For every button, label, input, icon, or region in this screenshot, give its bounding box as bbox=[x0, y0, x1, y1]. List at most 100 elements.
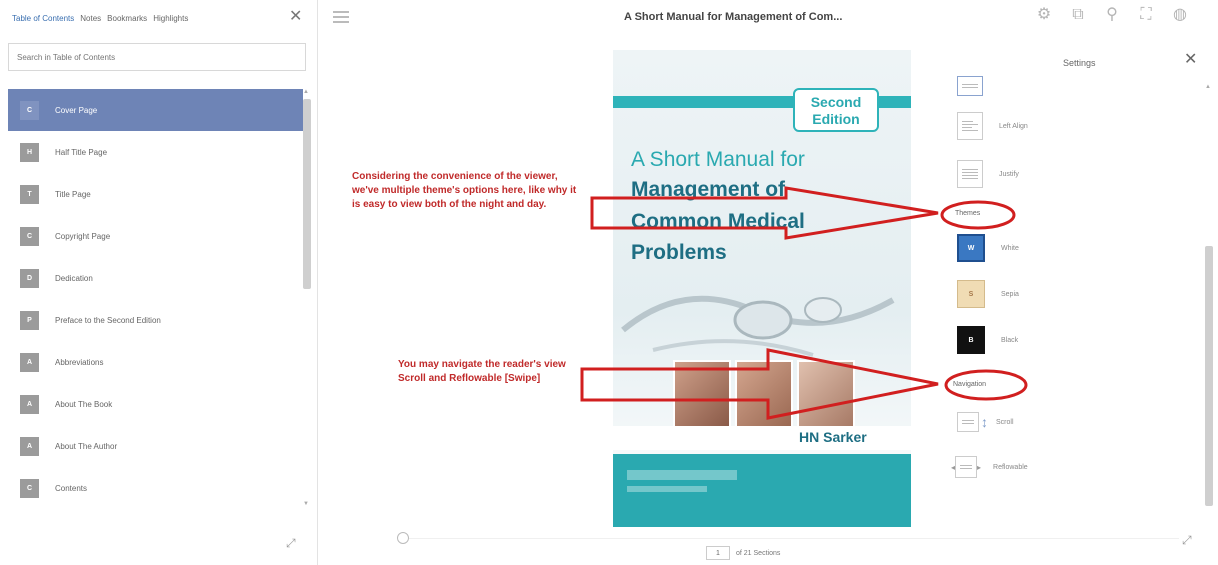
swipe-right-icon: ▸ bbox=[977, 462, 982, 472]
toc-item-about-the-author[interactable]: A About The Author bbox=[8, 425, 303, 467]
settings-scrollbar[interactable]: ▲ bbox=[1205, 76, 1213, 516]
toc-item-badge bbox=[20, 520, 39, 521]
toc-item-label: Title Page bbox=[55, 189, 91, 199]
progress-track[interactable] bbox=[409, 538, 1179, 539]
resize-icon[interactable]: ⤢ bbox=[1182, 533, 1192, 548]
cover-title-line: Common Medical bbox=[631, 210, 805, 233]
align-left-icon bbox=[957, 112, 983, 140]
close-icon[interactable]: ✕ bbox=[289, 9, 302, 25]
nav-scroll-label: Scroll bbox=[996, 418, 1014, 426]
reflowable-mode-icon bbox=[955, 456, 978, 478]
cover-author-band: HN Sarker bbox=[613, 426, 911, 450]
theme-label: White bbox=[1001, 244, 1019, 252]
toc-item-badge: C bbox=[20, 226, 39, 246]
fullscreen-icon[interactable]: ⛶ bbox=[1136, 5, 1156, 25]
nav-reflowable-option[interactable]: ◂ ▸ Reflowable bbox=[951, 456, 1028, 478]
toc-item-badge: D bbox=[20, 268, 39, 288]
navigation-label: Navigation bbox=[953, 381, 987, 388]
user-icon[interactable]: ◍ bbox=[1170, 5, 1190, 25]
scroll-up-icon[interactable]: ▲ bbox=[1205, 84, 1211, 90]
edition-line: Second bbox=[810, 94, 862, 110]
external-link-icon[interactable]: ⧉ bbox=[1068, 5, 1088, 25]
cover-title-line: A Short Manual for bbox=[631, 148, 805, 171]
tab-bookmarks[interactable]: Bookmarks bbox=[107, 14, 147, 23]
tab-table-of-contents[interactable]: Table of Contents bbox=[12, 14, 74, 23]
nav-scroll-option[interactable]: ↕ Scroll bbox=[957, 412, 1014, 432]
toc-search-input[interactable] bbox=[8, 43, 306, 71]
justify-label: Justify bbox=[999, 170, 1019, 178]
toc-item-partial[interactable] bbox=[8, 509, 303, 521]
toc-item-badge: A bbox=[20, 394, 39, 414]
scroll-up-icon[interactable]: ▲ bbox=[303, 89, 309, 95]
cover-photo bbox=[735, 360, 793, 428]
toc-item-half-title-page[interactable]: H Half Title Page bbox=[8, 131, 303, 173]
toc-item-about-the-book[interactable]: A About The Book bbox=[8, 383, 303, 425]
toc-item-label: Abbreviations bbox=[55, 357, 104, 367]
cover-edition-badge: Second Edition bbox=[793, 88, 879, 132]
toc-item-label: Cover Page bbox=[55, 105, 98, 115]
scroll-down-icon[interactable]: ▼ bbox=[303, 501, 309, 507]
search-icon[interactable]: ⚲ bbox=[1102, 5, 1122, 25]
toc-item-dedication[interactable]: D Dedication bbox=[8, 257, 303, 299]
themes-annotation: Considering the convenience of the viewe… bbox=[352, 171, 577, 210]
toc-item-label: Half Title Page bbox=[55, 147, 108, 157]
toc-item-title-page[interactable]: T Title Page bbox=[8, 173, 303, 215]
theme-swatch-sepia: S bbox=[957, 280, 985, 308]
settings-scroll-thumb[interactable] bbox=[1205, 246, 1213, 506]
gear-icon[interactable]: ⚙ bbox=[1034, 5, 1054, 25]
justify-icon bbox=[957, 160, 983, 188]
close-icon[interactable]: ✕ bbox=[1184, 52, 1197, 68]
toc-item-badge: C bbox=[20, 478, 39, 498]
toc-item-label: Dedication bbox=[55, 273, 93, 283]
align-option-partial[interactable] bbox=[957, 76, 983, 96]
toc-panel: Table of Contents Notes Bookmarks Highli… bbox=[0, 0, 318, 565]
cover-photo bbox=[797, 360, 855, 428]
theme-label: Sepia bbox=[1001, 290, 1019, 298]
tab-highlights[interactable]: Highlights bbox=[153, 14, 188, 23]
toc-item-label: Preface to the Second Edition bbox=[55, 315, 161, 325]
toc-item-abbreviations[interactable]: A Abbreviations bbox=[8, 341, 303, 383]
toc-item-contents[interactable]: C Contents bbox=[8, 467, 303, 509]
vertical-arrows-icon: ↕ bbox=[981, 414, 988, 430]
publisher-logo bbox=[627, 486, 707, 492]
align-left-option[interactable]: Left Align bbox=[957, 112, 1028, 140]
toc-item-cover-page[interactable]: C Cover Page bbox=[8, 89, 303, 131]
justify-option[interactable]: Justify bbox=[957, 160, 1019, 188]
align-left-label: Left Align bbox=[999, 122, 1028, 130]
toc-item-badge: C bbox=[20, 100, 39, 120]
toc-item-badge: P bbox=[20, 310, 39, 330]
toc-item-label: About The Author bbox=[55, 441, 118, 451]
section-total: of 21 Sections bbox=[736, 549, 781, 557]
toc-item-preface[interactable]: P Preface to the Second Edition bbox=[8, 299, 303, 341]
section-number-input[interactable] bbox=[706, 546, 730, 560]
cover-stethoscope-art bbox=[621, 295, 895, 357]
tab-notes[interactable]: Notes bbox=[80, 14, 101, 23]
scroll-mode-icon bbox=[957, 412, 979, 432]
navigation-annotation: You may navigate the reader's view Scrol… bbox=[398, 359, 566, 384]
toc-item-label: Contents bbox=[55, 483, 88, 493]
nav-reflowable-label: Reflowable bbox=[993, 463, 1028, 471]
cover-publisher-band bbox=[613, 454, 911, 527]
publisher-logo bbox=[627, 470, 737, 480]
toc-item-copyright-page[interactable]: C Copyright Page bbox=[8, 215, 303, 257]
toc-scroll-thumb[interactable] bbox=[303, 99, 311, 289]
toc-tabs: Table of Contents Notes Bookmarks Highli… bbox=[12, 14, 188, 23]
resize-icon[interactable]: ⤢ bbox=[286, 536, 296, 551]
theme-swatch-white: W bbox=[957, 234, 985, 262]
progress-handle[interactable] bbox=[397, 532, 409, 544]
menu-icon[interactable] bbox=[333, 11, 349, 24]
edition-line: Edition bbox=[812, 111, 860, 127]
toc-item-badge: A bbox=[20, 436, 39, 456]
theme-black-option[interactable]: B Black bbox=[957, 326, 1018, 354]
toc-item-label: Copyright Page bbox=[55, 231, 111, 241]
cover-photo bbox=[673, 360, 731, 428]
theme-white-option[interactable]: W White bbox=[957, 234, 1019, 262]
section-navigator: of 21 Sections bbox=[706, 546, 780, 560]
align-center-icon bbox=[957, 76, 983, 96]
toc-item-label: About The Book bbox=[55, 399, 113, 409]
theme-swatch-black: B bbox=[957, 326, 985, 354]
toc-item-badge: A bbox=[20, 352, 39, 372]
themes-label: Themes bbox=[955, 210, 981, 217]
theme-sepia-option[interactable]: S Sepia bbox=[957, 280, 1019, 308]
toc-scrollbar[interactable]: ▲ ▼ bbox=[302, 89, 312, 521]
